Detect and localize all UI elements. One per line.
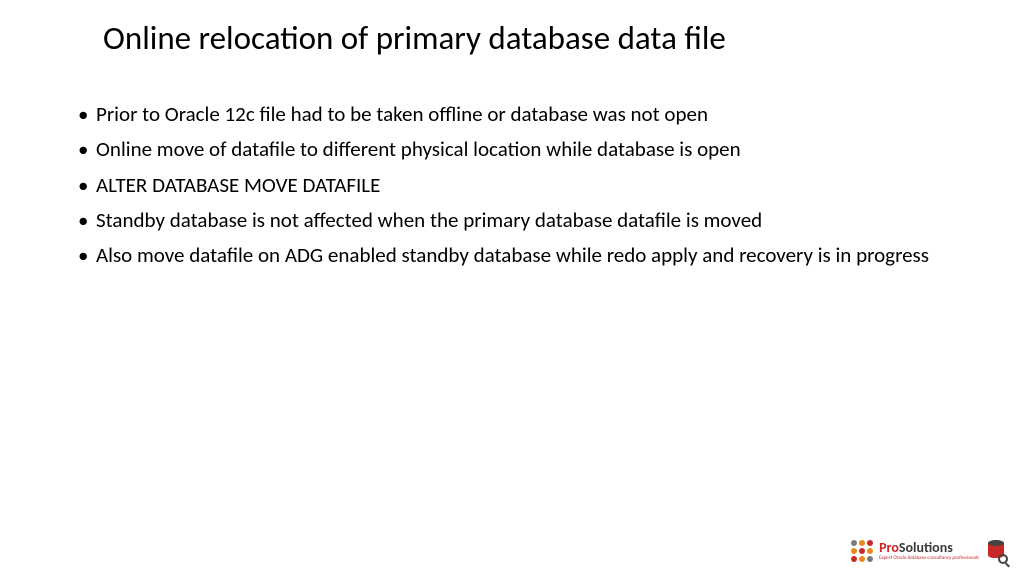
bullet-list: Prior to Oracle 12c file had to be taken… (0, 58, 1024, 270)
bullet-item: Online move of datafile to different phy… (78, 135, 974, 163)
database-icon (988, 540, 1006, 562)
bullet-item: ALTER DATABASE MOVE DATAFILE (78, 171, 974, 199)
logo-text: ProSolutions Expert Oracle database cons… (879, 541, 979, 561)
bullet-item: Also move datafile on ADG enabled standb… (78, 241, 974, 269)
brand-logo: ProSolutions Expert Oracle database cons… (851, 540, 1006, 562)
logo-brand-sol: Solutions (899, 539, 953, 556)
slide-title: Online relocation of primary database da… (0, 0, 1024, 58)
bullet-item: Prior to Oracle 12c file had to be taken… (78, 100, 974, 128)
logo-brand-pro: Pro (879, 539, 899, 556)
bullet-item: Standby database is not affected when th… (78, 206, 974, 234)
logo-tagline: Expert Oracle database consultancy profe… (879, 556, 979, 561)
logo-dots-icon (851, 540, 873, 562)
